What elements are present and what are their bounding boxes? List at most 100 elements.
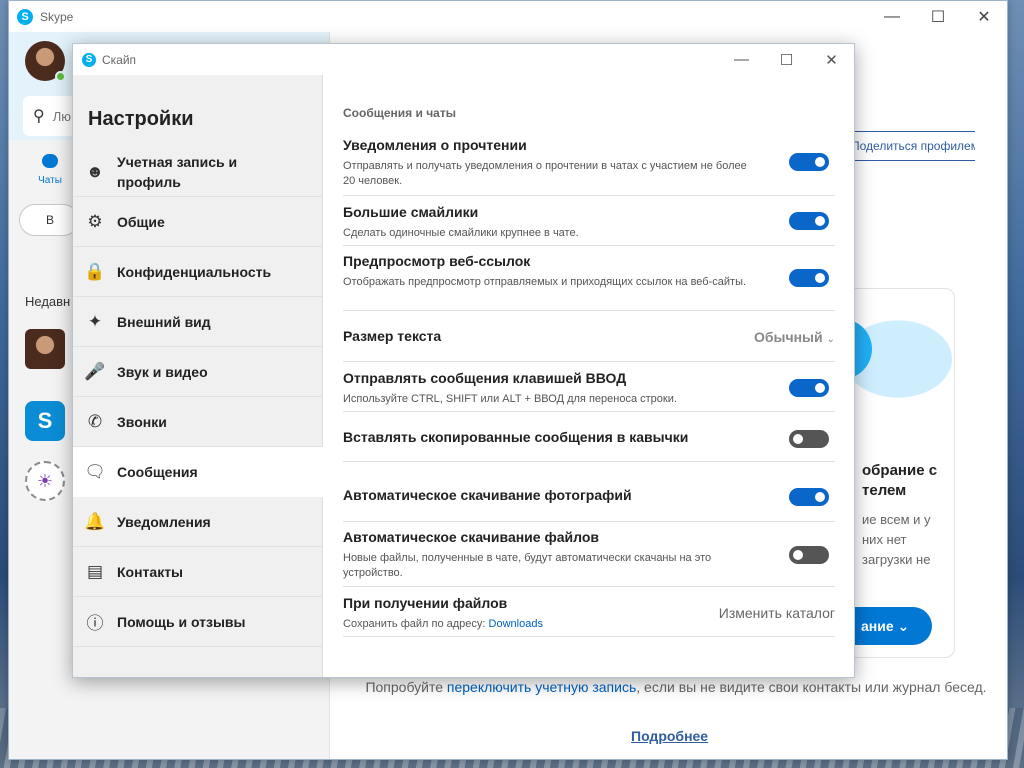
close-icon[interactable]: ✕ — [809, 44, 854, 75]
nav-item-label: Звук и видео — [117, 363, 208, 380]
setting-read-receipts: Уведомления о прочтении Отправлять и пол… — [343, 137, 835, 196]
setting-description: Новые файлы, полученные в чате, будут ав… — [343, 552, 712, 579]
bot-contact-avatar[interactable]: ☀ — [25, 461, 65, 501]
settings-content: Сообщения и чаты Уведомления о прочтении… — [324, 75, 854, 677]
skype-contact-avatar[interactable]: S — [25, 401, 65, 441]
main-window-title: Skype — [40, 9, 74, 24]
share-profile-link[interactable]: Поделиться профилем — [851, 131, 975, 161]
auto-photos-toggle[interactable] — [789, 488, 829, 506]
promo-button-label: ание — [861, 618, 894, 634]
setting-title: Предпросмотр веб-ссылок — [343, 253, 531, 269]
user-icon: ☻ — [86, 161, 104, 181]
info-icon: ⓘ — [86, 614, 104, 633]
enter-send-toggle[interactable] — [789, 379, 829, 397]
large-emoticons-toggle[interactable] — [789, 212, 829, 230]
main-window-controls: — ☐ ✕ — [869, 1, 1007, 32]
dialog-title: Скайп — [102, 52, 137, 67]
switch-text-before: Попробуйте — [365, 679, 447, 695]
close-icon[interactable]: ✕ — [961, 1, 1007, 32]
setting-title: Автоматическое скачивание файлов — [343, 529, 599, 545]
setting-title: Уведомления о прочтении — [343, 137, 527, 153]
setting-auto-files: Автоматическое скачивание файлов Новые ф… — [343, 522, 835, 587]
nav-item-general[interactable]: ⚙ Общие — [73, 197, 323, 247]
gear-icon: ⚙ — [87, 211, 103, 231]
nav-item-help[interactable]: ⓘ Помощь и отзывы — [73, 597, 323, 647]
setting-description: Используйте CTRL, SHIFT или ALT + ВВОД д… — [343, 393, 677, 405]
setting-description: Сохранить файл по адресу: Downloads — [343, 617, 753, 632]
minimize-icon[interactable]: — — [719, 44, 764, 75]
nav-item-contacts[interactable]: ▤ Контакты — [73, 547, 323, 597]
switch-account-hint: Попробуйте переключить учетную запись, е… — [361, 677, 991, 697]
meet-now-button[interactable]: В — [19, 204, 79, 236]
nav-item-audio-video[interactable]: 🎤 Звук и видео — [73, 347, 323, 397]
nav-item-label: Уведомления — [117, 513, 211, 530]
nav-item-label: Звонки — [117, 413, 167, 430]
setting-description: Отображать предпросмотр отправляемых и п… — [343, 276, 747, 288]
promo-title: обрание с телем — [862, 462, 938, 499]
nav-item-label: Помощь и отзывы — [117, 613, 246, 630]
nav-item-label: Сообщения — [117, 463, 198, 480]
settings-nav-list: ☻ Учетная запись и профиль ⚙ Общие 🔒 Кон… — [73, 147, 323, 647]
promo-button[interactable]: ание ⌄ — [842, 607, 932, 645]
dialog-titlebar: S Скайп — ☐ ✕ — [73, 44, 854, 75]
online-status-icon — [55, 71, 66, 82]
chevron-down-icon: ⌄ — [897, 618, 910, 634]
nav-item-messaging[interactable]: 🗨 Сообщения — [73, 447, 323, 497]
bell-icon: 🔔 — [84, 511, 106, 531]
change-folder-button[interactable]: Изменить каталог — [719, 605, 835, 621]
setting-auto-photos: Автоматическое скачивание фотографий — [343, 462, 835, 522]
switch-account-link[interactable]: переключить учетную запись — [447, 679, 636, 695]
page-title: Настройки — [88, 108, 194, 130]
tab-chats[interactable]: Чаты — [35, 154, 65, 186]
learn-more-link[interactable]: Подробнее — [631, 728, 708, 744]
promo-card: обрание с телем ие всем и у них нет загр… — [841, 288, 955, 658]
contacts-icon: ▤ — [86, 561, 104, 581]
search-icon: ⚲ — [33, 108, 45, 125]
minimize-icon[interactable]: — — [869, 1, 915, 32]
main-titlebar: S Skype — ☐ ✕ — [9, 1, 1007, 32]
read-receipts-toggle[interactable] — [789, 153, 829, 171]
setting-enter-send: Отправлять сообщения клавишей ВВОД Испол… — [343, 362, 835, 412]
promo-text: ие всем и у них нет загрузки не — [862, 512, 931, 567]
skype-logo-icon: S — [82, 52, 96, 67]
nav-item-account[interactable]: ☻ Учетная запись и профиль — [73, 147, 323, 197]
chat-bubble-icon — [42, 154, 58, 168]
nav-item-appearance[interactable]: ✦ Внешний вид — [73, 297, 323, 347]
link-preview-toggle[interactable] — [789, 269, 829, 287]
setting-title: Автоматическое скачивание фотографий — [343, 487, 632, 503]
settings-dialog: S Скайп — ☐ ✕ Настройки ☻ Учетная запись… — [72, 43, 855, 678]
nav-item-calls[interactable]: ✆ Звонки — [73, 397, 323, 447]
section-title: Сообщения и чаты — [343, 106, 456, 120]
auto-files-toggle[interactable] — [789, 546, 829, 564]
maximize-icon[interactable]: ☐ — [764, 44, 809, 75]
magic-wand-icon: ✦ — [87, 311, 103, 331]
phone-icon: ✆ — [87, 411, 103, 431]
nav-item-label: Общие — [117, 213, 165, 230]
recent-chats-heading: Недавн — [25, 294, 71, 309]
nav-item-label: Внешний вид — [117, 313, 211, 330]
nav-item-privacy[interactable]: 🔒 Конфиденциальность — [73, 247, 323, 297]
text-size-select[interactable]: Обычный ⌄ — [754, 329, 835, 345]
contact-avatar[interactable] — [25, 329, 65, 369]
settings-nav: Настройки ☻ Учетная запись и профиль ⚙ О… — [73, 75, 323, 677]
setting-description: Отправлять и получать уведомления о проч… — [343, 160, 747, 187]
nav-item-label: Учетная запись и профиль — [117, 153, 238, 190]
nav-item-label: Конфиденциальность — [117, 263, 272, 280]
lock-icon: 🔒 — [84, 261, 106, 281]
setting-description: Сделать одиночные смайлики крупнее в чат… — [343, 227, 579, 239]
tab-chats-label: Чаты — [38, 175, 62, 186]
nav-item-label: Контакты — [117, 563, 184, 580]
setting-large-emoticons: Большие смайлики Сделать одиночные смайл… — [343, 196, 835, 246]
setting-link-preview: Предпросмотр веб-ссылок Отображать предп… — [343, 246, 835, 311]
setting-receiving-files: При получении файлов Сохранить файл по а… — [343, 587, 835, 637]
microphone-icon: 🎤 — [84, 361, 106, 381]
switch-text-after: , если вы не видите свои контакты или жу… — [636, 679, 987, 695]
text-size-value: Обычный — [753, 329, 823, 345]
downloads-folder-link[interactable]: Downloads — [489, 618, 543, 630]
paste-quotes-toggle[interactable] — [789, 430, 829, 448]
save-location-prefix: Сохранить файл по адресу: — [343, 618, 489, 630]
setting-title: Отправлять сообщения клавишей ВВОД — [343, 370, 627, 386]
maximize-icon[interactable]: ☐ — [915, 1, 961, 32]
nav-item-notifications[interactable]: 🔔 Уведомления — [73, 497, 323, 547]
skype-logo-icon: S — [17, 8, 33, 25]
